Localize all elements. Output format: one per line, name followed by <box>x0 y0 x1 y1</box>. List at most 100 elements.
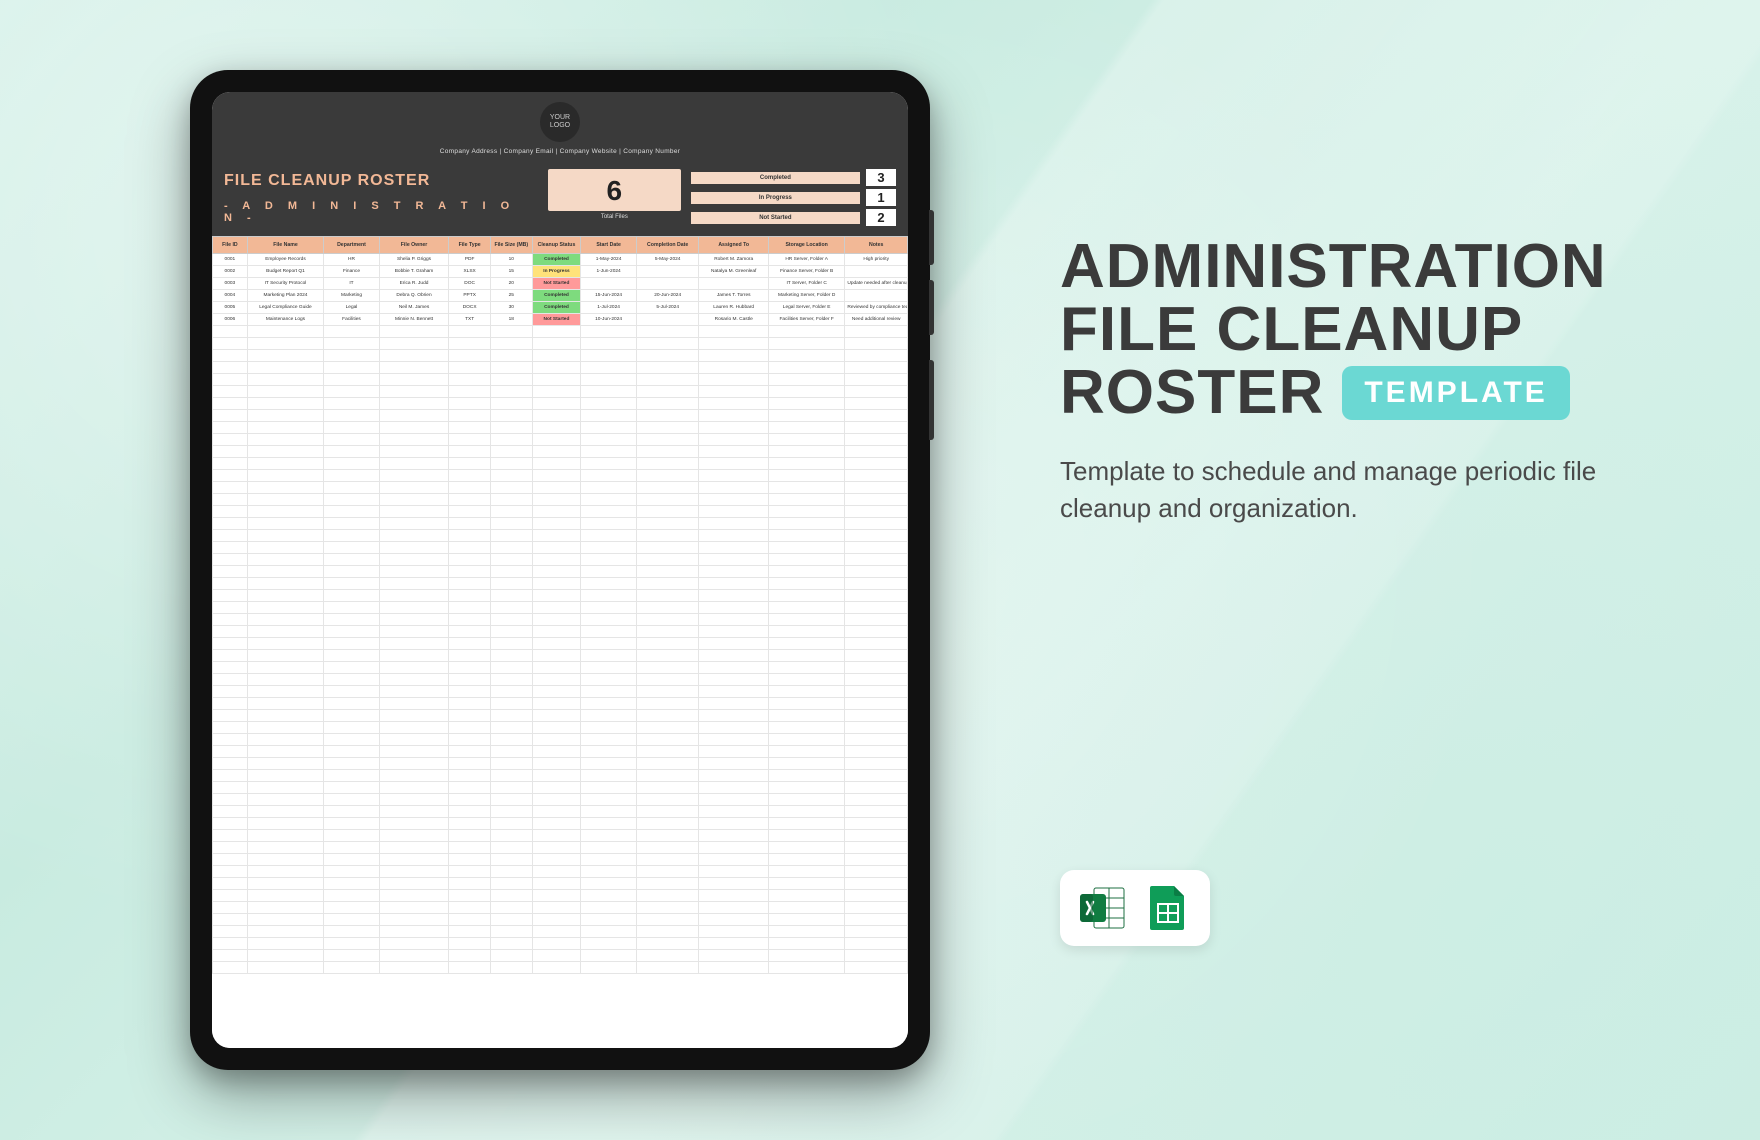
empty-cell <box>379 626 449 638</box>
empty-cell <box>213 698 248 710</box>
empty-cell <box>379 326 449 338</box>
empty-cell <box>379 962 449 974</box>
tablet-button <box>929 210 934 265</box>
empty-cell <box>449 530 491 542</box>
empty-cell <box>379 410 449 422</box>
empty-cell <box>581 614 637 626</box>
empty-cell <box>324 962 380 974</box>
empty-cell <box>768 698 844 710</box>
table-cell: IT Server, Folder C <box>768 278 844 290</box>
empty-cell <box>449 722 491 734</box>
table-cell: 0005 <box>213 302 248 314</box>
empty-cell <box>768 722 844 734</box>
empty-cell <box>324 746 380 758</box>
table-cell: Facilities <box>324 314 380 326</box>
table-cell <box>845 266 908 278</box>
empty-cell <box>636 350 699 362</box>
table-row: 0003IT Security ProtocolITErica R. JuddD… <box>213 278 908 290</box>
empty-cell <box>324 386 380 398</box>
empty-cell <box>490 926 532 938</box>
empty-cell <box>247 602 323 614</box>
empty-cell <box>379 746 449 758</box>
empty-row <box>213 626 908 638</box>
empty-cell <box>213 434 248 446</box>
empty-cell <box>247 482 323 494</box>
empty-cell <box>845 530 908 542</box>
empty-cell <box>213 482 248 494</box>
empty-cell <box>213 470 248 482</box>
empty-cell <box>636 758 699 770</box>
empty-cell <box>581 842 637 854</box>
empty-cell <box>768 614 844 626</box>
empty-cell <box>699 914 769 926</box>
empty-cell <box>247 338 323 350</box>
empty-cell <box>379 566 449 578</box>
empty-cell <box>449 518 491 530</box>
empty-row <box>213 878 908 890</box>
empty-cell <box>581 866 637 878</box>
empty-row <box>213 926 908 938</box>
status-summary-box: Completed 3 In Progress 1 Not Started 2 <box>691 169 896 226</box>
table-cell: XLSX <box>449 266 491 278</box>
table-cell: Erica R. Judd <box>379 278 449 290</box>
empty-cell <box>636 830 699 842</box>
table-cell: Completed <box>532 302 581 314</box>
empty-cell <box>699 890 769 902</box>
empty-cell <box>768 578 844 590</box>
empty-cell <box>324 470 380 482</box>
empty-cell <box>490 542 532 554</box>
empty-cell <box>379 578 449 590</box>
table-area: File IDFile NameDepartmentFile OwnerFile… <box>212 236 908 1048</box>
empty-cell <box>581 698 637 710</box>
empty-cell <box>845 710 908 722</box>
empty-cell <box>379 446 449 458</box>
empty-cell <box>699 638 769 650</box>
table-cell: 18 <box>490 314 532 326</box>
table-cell: Rosario M. Castle <box>699 314 769 326</box>
empty-cell <box>532 758 581 770</box>
empty-cell <box>532 626 581 638</box>
table-row: 0005Legal Compliance GuideLegalNeil M. J… <box>213 302 908 314</box>
table-cell: IT <box>324 278 380 290</box>
empty-cell <box>379 686 449 698</box>
empty-cell <box>532 890 581 902</box>
empty-cell <box>699 398 769 410</box>
empty-cell <box>213 542 248 554</box>
empty-cell <box>449 638 491 650</box>
empty-cell <box>379 734 449 746</box>
empty-cell <box>490 902 532 914</box>
empty-cell <box>449 554 491 566</box>
empty-cell <box>581 386 637 398</box>
status-label: In Progress <box>691 192 860 204</box>
empty-row <box>213 494 908 506</box>
empty-cell <box>247 734 323 746</box>
empty-cell <box>379 938 449 950</box>
empty-cell <box>247 650 323 662</box>
empty-cell <box>581 374 637 386</box>
empty-cell <box>636 638 699 650</box>
empty-cell <box>324 458 380 470</box>
empty-cell <box>636 386 699 398</box>
empty-cell <box>845 386 908 398</box>
empty-cell <box>213 926 248 938</box>
empty-row <box>213 686 908 698</box>
table-cell: Natalya M. Greenleaf <box>699 266 769 278</box>
empty-cell <box>324 602 380 614</box>
table-cell: 25 <box>490 290 532 302</box>
tablet-device: YOUR LOGO Company Address | Company Emai… <box>190 70 930 1070</box>
empty-cell <box>213 518 248 530</box>
empty-cell <box>247 350 323 362</box>
empty-cell <box>768 398 844 410</box>
status-row-notstarted: Not Started 2 <box>691 209 896 226</box>
empty-cell <box>532 782 581 794</box>
empty-cell <box>581 686 637 698</box>
empty-cell <box>845 818 908 830</box>
empty-cell <box>636 734 699 746</box>
empty-cell <box>699 434 769 446</box>
table-cell <box>699 278 769 290</box>
empty-cell <box>449 770 491 782</box>
table-cell: Employee Records <box>247 254 323 266</box>
empty-cell <box>581 938 637 950</box>
table-cell: Not Started <box>532 278 581 290</box>
empty-cell <box>768 878 844 890</box>
